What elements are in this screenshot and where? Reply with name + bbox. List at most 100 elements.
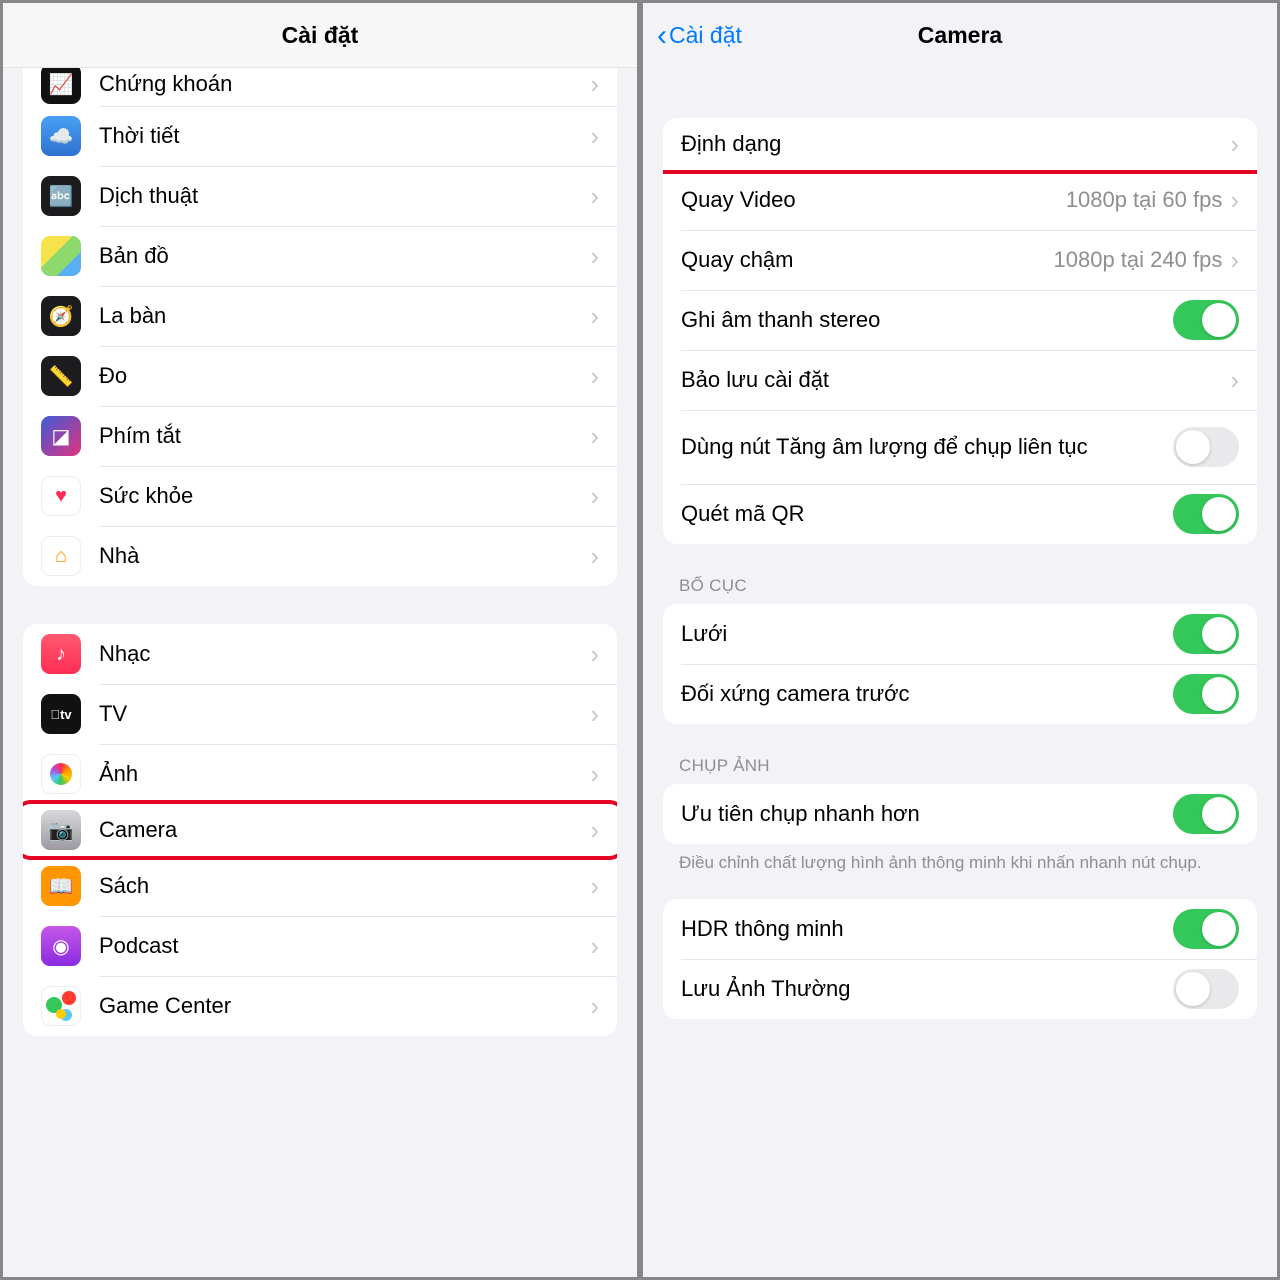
chevron-right-icon: › bbox=[1230, 245, 1239, 276]
row-preserve[interactable]: Bảo lưu cài đặt › bbox=[663, 350, 1257, 410]
chevron-right-icon: › bbox=[590, 699, 599, 730]
row-prioritize-fast[interactable]: Ưu tiên chụp nhanh hơn bbox=[663, 784, 1257, 844]
row-health[interactable]: ♥ Sức khỏe › bbox=[23, 466, 617, 526]
row-volume-burst[interactable]: Dùng nút Tăng âm lượng để chụp liên tục bbox=[663, 410, 1257, 484]
row-value: 1080p tại 240 fps bbox=[1054, 247, 1223, 273]
navbar: Cài đặt bbox=[3, 3, 637, 68]
toggle-qr[interactable] bbox=[1173, 494, 1239, 534]
row-label: Ghi âm thanh stereo bbox=[681, 307, 1173, 333]
back-label: Cài đặt bbox=[669, 22, 742, 49]
tv-icon: tv bbox=[41, 694, 81, 734]
row-label: Chứng khoán bbox=[99, 71, 590, 97]
row-mirror[interactable]: Đối xứng camera trước bbox=[663, 664, 1257, 724]
row-music[interactable]: ♪ Nhạc › bbox=[23, 624, 617, 684]
row-label: Sách bbox=[99, 873, 590, 899]
settings-root-pane: Cài đặt 📈 Chứng khoán › ☁️ Thời tiết › 🔤… bbox=[0, 0, 640, 1280]
row-format[interactable]: Định dạng › bbox=[663, 118, 1257, 170]
row-tv[interactable]: tv TV › bbox=[23, 684, 617, 744]
camera-settings-pane: ‹ Cài đặt Camera Định dạng › Quay Video … bbox=[640, 0, 1280, 1280]
row-label: Sức khỏe bbox=[99, 483, 590, 509]
row-label: Đối xứng camera trước bbox=[681, 681, 1173, 707]
row-label: Đo bbox=[99, 363, 590, 389]
back-button[interactable]: ‹ Cài đặt bbox=[657, 21, 742, 51]
chevron-right-icon: › bbox=[590, 541, 599, 572]
toggle-prioritize-fast[interactable] bbox=[1173, 794, 1239, 834]
row-label: Bảo lưu cài đặt bbox=[681, 367, 1230, 393]
row-label: Dịch thuật bbox=[99, 183, 590, 209]
highlight-camera: 📷 Camera › bbox=[23, 800, 617, 860]
row-stereo[interactable]: Ghi âm thanh stereo bbox=[663, 290, 1257, 350]
row-label: La bàn bbox=[99, 303, 590, 329]
row-grid[interactable]: Lưới bbox=[663, 604, 1257, 664]
row-compass[interactable]: 🧭 La bàn › bbox=[23, 286, 617, 346]
toggle-smart-hdr[interactable] bbox=[1173, 909, 1239, 949]
chevron-right-icon: › bbox=[590, 69, 599, 100]
row-qr[interactable]: Quét mã QR bbox=[663, 484, 1257, 544]
row-measure[interactable]: 📏 Đo › bbox=[23, 346, 617, 406]
toggle-keep-normal[interactable] bbox=[1173, 969, 1239, 1009]
row-label: HDR thông minh bbox=[681, 916, 1173, 942]
camera-group-hdr: HDR thông minh Lưu Ảnh Thường bbox=[663, 899, 1257, 1019]
highlight-format: Định dạng › bbox=[663, 118, 1257, 174]
books-icon: 📖 bbox=[41, 866, 81, 906]
settings-group-apps-1: 📈 Chứng khoán › ☁️ Thời tiết › 🔤 Dịch th… bbox=[23, 68, 617, 586]
toggle-mirror[interactable] bbox=[1173, 674, 1239, 714]
weather-icon: ☁️ bbox=[41, 116, 81, 156]
toggle-grid[interactable] bbox=[1173, 614, 1239, 654]
camera-settings-list[interactable]: Định dạng › Quay Video 1080p tại 60 fps … bbox=[643, 68, 1277, 1277]
row-maps[interactable]: Bản đồ › bbox=[23, 226, 617, 286]
row-label: Nhạc bbox=[99, 641, 590, 667]
chevron-right-icon: › bbox=[1230, 129, 1239, 160]
chevron-right-icon: › bbox=[590, 241, 599, 272]
chevron-right-icon: › bbox=[590, 759, 599, 790]
chevron-right-icon: › bbox=[590, 639, 599, 670]
toggle-stereo[interactable] bbox=[1173, 300, 1239, 340]
row-label: Nhà bbox=[99, 543, 590, 569]
toggle-volume-burst[interactable] bbox=[1173, 427, 1239, 467]
row-smart-hdr[interactable]: HDR thông minh bbox=[663, 899, 1257, 959]
chevron-right-icon: › bbox=[590, 121, 599, 152]
row-weather[interactable]: ☁️ Thời tiết › bbox=[23, 106, 617, 166]
row-label: Phím tắt bbox=[99, 423, 590, 449]
podcast-icon: ◉ bbox=[41, 926, 81, 966]
row-home[interactable]: ⌂ Nhà › bbox=[23, 526, 617, 586]
row-shortcuts[interactable]: ◪ Phím tắt › bbox=[23, 406, 617, 466]
section-header-capture: CHỤP ẢNH bbox=[643, 744, 1277, 784]
stocks-icon: 📈 bbox=[41, 68, 81, 104]
row-books[interactable]: 📖 Sách › bbox=[23, 856, 617, 916]
row-label: Thời tiết bbox=[99, 123, 590, 149]
chevron-right-icon: › bbox=[590, 361, 599, 392]
row-label: Quét mã QR bbox=[681, 501, 1173, 527]
settings-list[interactable]: 📈 Chứng khoán › ☁️ Thời tiết › 🔤 Dịch th… bbox=[3, 68, 637, 1277]
row-label: Ưu tiên chụp nhanh hơn bbox=[681, 801, 1173, 827]
row-photos[interactable]: Ảnh › bbox=[23, 744, 617, 804]
row-label: Camera bbox=[99, 817, 590, 843]
row-slo-mo[interactable]: Quay chậm 1080p tại 240 fps › bbox=[663, 230, 1257, 290]
row-gamecenter[interactable]: Game Center › bbox=[23, 976, 617, 1036]
chevron-right-icon: › bbox=[590, 181, 599, 212]
health-icon: ♥ bbox=[41, 476, 81, 516]
navbar: ‹ Cài đặt Camera bbox=[643, 3, 1277, 68]
settings-group-apps-2: ♪ Nhạc › tv TV › Ảnh › 📷 Camera › bbox=[23, 624, 617, 1036]
chevron-right-icon: › bbox=[590, 421, 599, 452]
row-stocks[interactable]: 📈 Chứng khoán › bbox=[23, 68, 617, 106]
shortcuts-icon: ◪ bbox=[41, 416, 81, 456]
chevron-right-icon: › bbox=[1230, 365, 1239, 396]
row-keep-normal[interactable]: Lưu Ảnh Thường bbox=[663, 959, 1257, 1019]
row-record-video[interactable]: Quay Video 1080p tại 60 fps › bbox=[663, 170, 1257, 230]
camera-group-composition: Lưới Đối xứng camera trước bbox=[663, 604, 1257, 724]
row-label: Dùng nút Tăng âm lượng để chụp liên tục bbox=[681, 433, 1173, 461]
row-podcast[interactable]: ◉ Podcast › bbox=[23, 916, 617, 976]
chevron-right-icon: › bbox=[590, 871, 599, 902]
music-icon: ♪ bbox=[41, 634, 81, 674]
compass-icon: 🧭 bbox=[41, 296, 81, 336]
row-label: Định dạng bbox=[681, 131, 1230, 157]
row-label: Lưu Ảnh Thường bbox=[681, 976, 1173, 1002]
section-header-composition: BỐ CỤC bbox=[643, 564, 1277, 604]
row-label: Lưới bbox=[681, 621, 1173, 647]
chevron-right-icon: › bbox=[590, 931, 599, 962]
row-camera[interactable]: 📷 Camera › bbox=[23, 804, 617, 856]
row-label: Game Center bbox=[99, 993, 590, 1019]
row-value: 1080p tại 60 fps bbox=[1066, 187, 1223, 213]
row-translate[interactable]: 🔤 Dịch thuật › bbox=[23, 166, 617, 226]
